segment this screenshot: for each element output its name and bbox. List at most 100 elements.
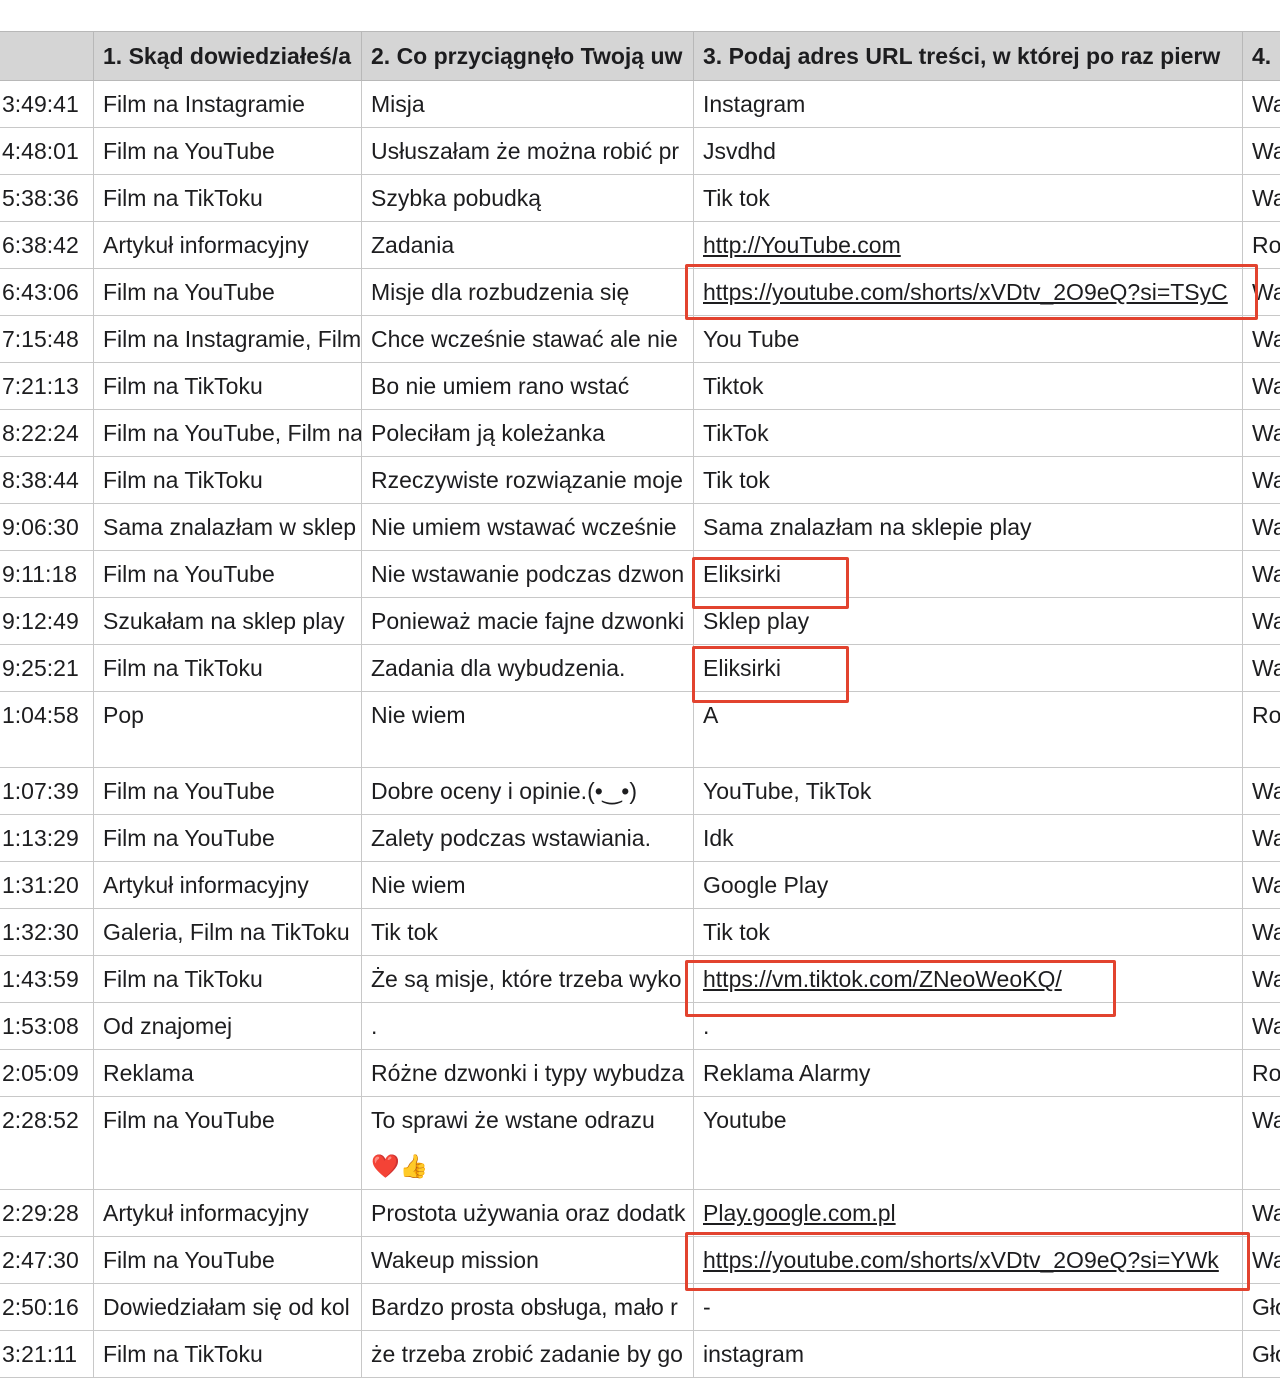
col4-cell[interactable]: Wa	[1243, 598, 1280, 645]
url-cell[interactable]: Idk	[694, 815, 1243, 862]
url-cell[interactable]: A	[694, 692, 1243, 768]
reason-cell[interactable]: Nie wiem	[362, 692, 694, 768]
source-cell[interactable]: Film na YouTube	[94, 551, 362, 598]
reason-cell[interactable]: że trzeba zrobić zadanie by go	[362, 1331, 694, 1378]
source-cell[interactable]: Artykuł informacyjny	[94, 862, 362, 909]
column-header-reason[interactable]: 2. Co przyciągnęło Twoją uw	[362, 32, 694, 81]
col4-cell[interactable]: Wa	[1243, 909, 1280, 956]
source-cell[interactable]: Galeria, Film na TikToku	[94, 909, 362, 956]
source-cell[interactable]: Film na Instagramie	[94, 81, 362, 128]
source-cell[interactable]: Film na TikToku	[94, 457, 362, 504]
col4-cell[interactable]: Wa	[1243, 175, 1280, 222]
timestamp-cell[interactable]: 5:38:36	[0, 175, 94, 222]
url-cell[interactable]: Eliksirki	[694, 645, 1243, 692]
source-cell[interactable]: Film na YouTube	[94, 1097, 362, 1190]
reason-cell[interactable]: Zadania	[362, 222, 694, 269]
col4-cell[interactable]: Ro	[1243, 692, 1280, 768]
col4-cell[interactable]: Wa	[1243, 128, 1280, 175]
timestamp-cell[interactable]: 2:50:16	[0, 1284, 94, 1331]
timestamp-cell[interactable]: 3:49:41	[0, 81, 94, 128]
col4-cell[interactable]: Wa	[1243, 1003, 1280, 1050]
col4-cell[interactable]: Gło	[1243, 1331, 1280, 1378]
source-cell[interactable]: Film na YouTube, Film na	[94, 410, 362, 457]
timestamp-cell[interactable]: 6:43:06	[0, 269, 94, 316]
source-cell[interactable]: Film na TikToku	[94, 175, 362, 222]
source-cell[interactable]: Film na YouTube	[94, 768, 362, 815]
url-cell[interactable]: instagram	[694, 1331, 1243, 1378]
reason-cell[interactable]: Wakeup mission	[362, 1237, 694, 1284]
timestamp-cell[interactable]: 7:21:13	[0, 363, 94, 410]
reason-cell[interactable]: Bardzo prosta obsługa, mało r	[362, 1284, 694, 1331]
timestamp-cell[interactable]: 1:04:58	[0, 692, 94, 768]
timestamp-cell[interactable]: 3:21:11	[0, 1331, 94, 1378]
reason-cell[interactable]: Misje dla rozbudzenia się	[362, 269, 694, 316]
column-header-source[interactable]: 1. Skąd dowiedziałeś/a	[94, 32, 362, 81]
timestamp-cell[interactable]: 7:15:48	[0, 316, 94, 363]
source-cell[interactable]: Film na TikToku	[94, 645, 362, 692]
reason-cell[interactable]: Nie umiem wstawać wcześnie	[362, 504, 694, 551]
url-cell[interactable]: Youtube	[694, 1097, 1243, 1190]
timestamp-cell[interactable]: 8:38:44	[0, 457, 94, 504]
timestamp-cell[interactable]: 2:29:28	[0, 1190, 94, 1237]
reason-cell[interactable]: Nie wiem	[362, 862, 694, 909]
column-header-4[interactable]: 4.	[1243, 32, 1280, 81]
reason-cell[interactable]: To sprawi że wstane odrazu❤️👍	[362, 1097, 694, 1190]
timestamp-cell[interactable]: 1:07:39	[0, 768, 94, 815]
reason-cell[interactable]: Poleciłam ją koleżanka	[362, 410, 694, 457]
col4-cell[interactable]: Wa	[1243, 316, 1280, 363]
source-cell[interactable]: Film na YouTube	[94, 815, 362, 862]
source-cell[interactable]: Artykuł informacyjny	[94, 1190, 362, 1237]
reason-cell[interactable]: Zadania dla wybudzenia.	[362, 645, 694, 692]
url-cell[interactable]: -	[694, 1284, 1243, 1331]
col4-cell[interactable]: Wa	[1243, 768, 1280, 815]
url-cell[interactable]: Sama znalazłam na sklepie play	[694, 504, 1243, 551]
url-cell[interactable]: Sklep play	[694, 598, 1243, 645]
url-cell[interactable]: Play.google.com.pl	[694, 1190, 1243, 1237]
col4-cell[interactable]: Wa	[1243, 504, 1280, 551]
col4-cell[interactable]: Wa	[1243, 1190, 1280, 1237]
url-cell[interactable]: Jsvdhd	[694, 128, 1243, 175]
reason-cell[interactable]: Rzeczywiste rozwiązanie moje	[362, 457, 694, 504]
timestamp-cell[interactable]: 1:31:20	[0, 862, 94, 909]
timestamp-cell[interactable]: 1:13:29	[0, 815, 94, 862]
url-cell[interactable]: Google Play	[694, 862, 1243, 909]
col4-cell[interactable]: Wa	[1243, 457, 1280, 504]
url-cell[interactable]: Instagram	[694, 81, 1243, 128]
source-cell[interactable]: Reklama	[94, 1050, 362, 1097]
reason-cell[interactable]: Tik tok	[362, 909, 694, 956]
url-cell[interactable]: YouTube, TikTok	[694, 768, 1243, 815]
reason-cell[interactable]: Dobre oceny i opinie.(•‿•)	[362, 768, 694, 815]
source-cell[interactable]: Film na TikToku	[94, 1331, 362, 1378]
url-cell[interactable]: .	[694, 1003, 1243, 1050]
timestamp-cell[interactable]: 9:11:18	[0, 551, 94, 598]
source-cell[interactable]: Artykuł informacyjny	[94, 222, 362, 269]
timestamp-cell[interactable]: 1:53:08	[0, 1003, 94, 1050]
timestamp-cell[interactable]: 8:22:24	[0, 410, 94, 457]
col4-cell[interactable]: Wa	[1243, 81, 1280, 128]
url-cell[interactable]: Tik tok	[694, 175, 1243, 222]
source-cell[interactable]: Film na Instagramie, Film	[94, 316, 362, 363]
url-cell[interactable]: You Tube	[694, 316, 1243, 363]
url-cell[interactable]: TikTok	[694, 410, 1243, 457]
col4-cell[interactable]: Wa	[1243, 1237, 1280, 1284]
timestamp-cell[interactable]: 6:38:42	[0, 222, 94, 269]
column-header-url[interactable]: 3. Podaj adres URL treści, w której po r…	[694, 32, 1243, 81]
url-cell[interactable]: http://YouTube.com	[694, 222, 1243, 269]
column-header-timestamp[interactable]	[0, 32, 94, 81]
timestamp-cell[interactable]: 4:48:01	[0, 128, 94, 175]
source-cell[interactable]: Film na TikToku	[94, 363, 362, 410]
reason-cell[interactable]: Bo nie umiem rano wstać	[362, 363, 694, 410]
source-cell[interactable]: Sama znalazłam w sklep	[94, 504, 362, 551]
source-cell[interactable]: Film na YouTube	[94, 128, 362, 175]
url-cell[interactable]: Tiktok	[694, 363, 1243, 410]
timestamp-cell[interactable]: 2:05:09	[0, 1050, 94, 1097]
timestamp-cell[interactable]: 2:28:52	[0, 1097, 94, 1190]
url-cell[interactable]: Eliksirki	[694, 551, 1243, 598]
reason-cell[interactable]: Usłuszałam że można robić pr	[362, 128, 694, 175]
source-cell[interactable]: Film na YouTube	[94, 1237, 362, 1284]
col4-cell[interactable]: Wa	[1243, 410, 1280, 457]
source-cell[interactable]: Film na TikToku	[94, 956, 362, 1003]
col4-cell[interactable]: Wa	[1243, 815, 1280, 862]
col4-cell[interactable]: Wa	[1243, 956, 1280, 1003]
timestamp-cell[interactable]: 1:43:59	[0, 956, 94, 1003]
